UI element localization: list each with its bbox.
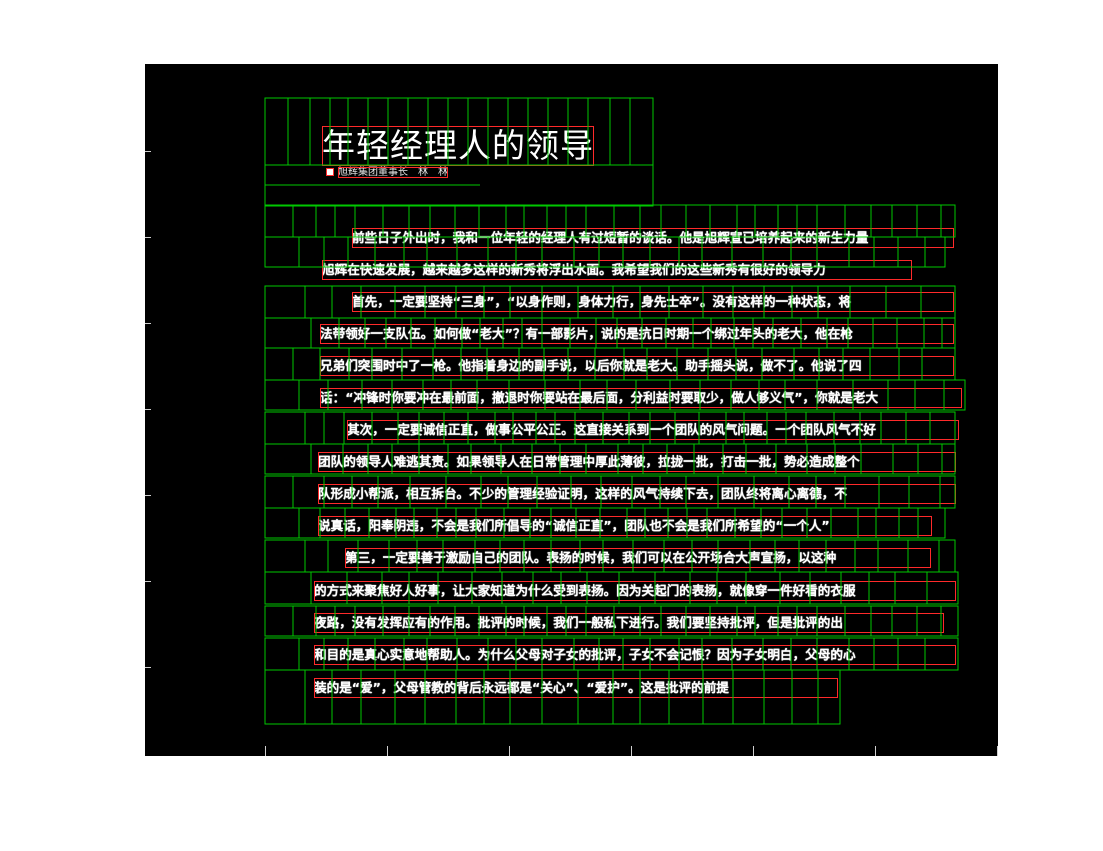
text-line: 装的是“爱”，父母管教的背后永远都是“关心”、“爱护”。这是批评的前提 — [314, 678, 838, 698]
y-axis-tick — [145, 495, 151, 496]
x-axis-tick — [631, 746, 632, 756]
y-axis-tick — [145, 151, 151, 152]
byline: 旭辉集团董事长 林 林 — [326, 166, 448, 180]
x-axis-tick — [387, 746, 388, 756]
text-line: 其次，一定要诚信正直，做事公平公正。这直接关系到一个团队的风气问题。一个团队风气… — [347, 420, 959, 440]
y-axis-tick — [145, 581, 151, 582]
y-axis-tick — [145, 237, 151, 238]
text-line: 首先，一定要坚持“三身”，“以身作则，身体力行，身先士卒”。没有这样的一种状态，… — [352, 292, 954, 312]
text-line: 说真话，阳奉阴违，不会是我们所倡导的“诚信正直”，团队也不会是我们所希望的“一个… — [318, 516, 932, 536]
text-line: 队形成小帮派，相互拆台。不少的管理经验证明，这样的风气持续下去，团队终将离心离德… — [318, 484, 956, 504]
text-line: 旭辉在快速发展，越来越多这样的新秀将浮出水面。我希望我们的这些新秀有很好的领导力 — [322, 260, 912, 280]
text-line: 夜路，没有发挥应有的作用。批评的时候，我们一般私下进行。我们要坚持批评，但是批评… — [314, 613, 944, 633]
text-line: 的方式来聚焦好人好事，让大家知道为什么受到表扬。因为关起门的表扬，就像穿一件好看… — [314, 581, 956, 601]
text-line: 法带领好一支队伍。如何做“老大”？有一部影片，说的是抗日时期一个绑过年头的老大，… — [320, 324, 954, 344]
x-axis-tick — [875, 746, 876, 756]
text-line: 和目的是真心实意地帮助人。为什么父母对子女的批评，子女不会记恨？因为子女明白，父… — [314, 645, 956, 665]
bullet-icon — [326, 168, 334, 176]
y-axis-tick — [145, 409, 151, 410]
text-line: 前些日子外出时，我和一位年轻的经理人有过短暂的谈话。他是旭辉宣已培养起来的新生力… — [352, 228, 954, 248]
byline-text: 旭辉集团董事长 林 林 — [338, 167, 448, 178]
text-line: 团队的领导人难逃其责。如果领导人在日常管理中厚此薄彼，拉拢一批，打击一批，势必造… — [318, 452, 956, 472]
x-axis-tick — [997, 746, 998, 756]
x-axis-tick — [509, 746, 510, 756]
text-line: 兄弟们突围时中了一枪。他指着身边的副手说，以后你就是老大。助手摇头说，做不了。他… — [320, 356, 954, 376]
text-line: 话：“冲锋时你要冲在最前面，撤退时你要站在最后面，分利益时要取少，做人够义气”，… — [320, 388, 962, 408]
document-title: 年轻经理人的领导 — [322, 126, 594, 166]
y-axis-tick — [145, 667, 151, 668]
x-axis-tick — [753, 746, 754, 756]
x-axis-tick — [265, 746, 266, 756]
y-axis-tick — [145, 323, 151, 324]
text-line: 第三，一定要善于激励自己的团队。表扬的时候，我们可以在公开场合大声宣扬，以这种 — [345, 548, 931, 568]
